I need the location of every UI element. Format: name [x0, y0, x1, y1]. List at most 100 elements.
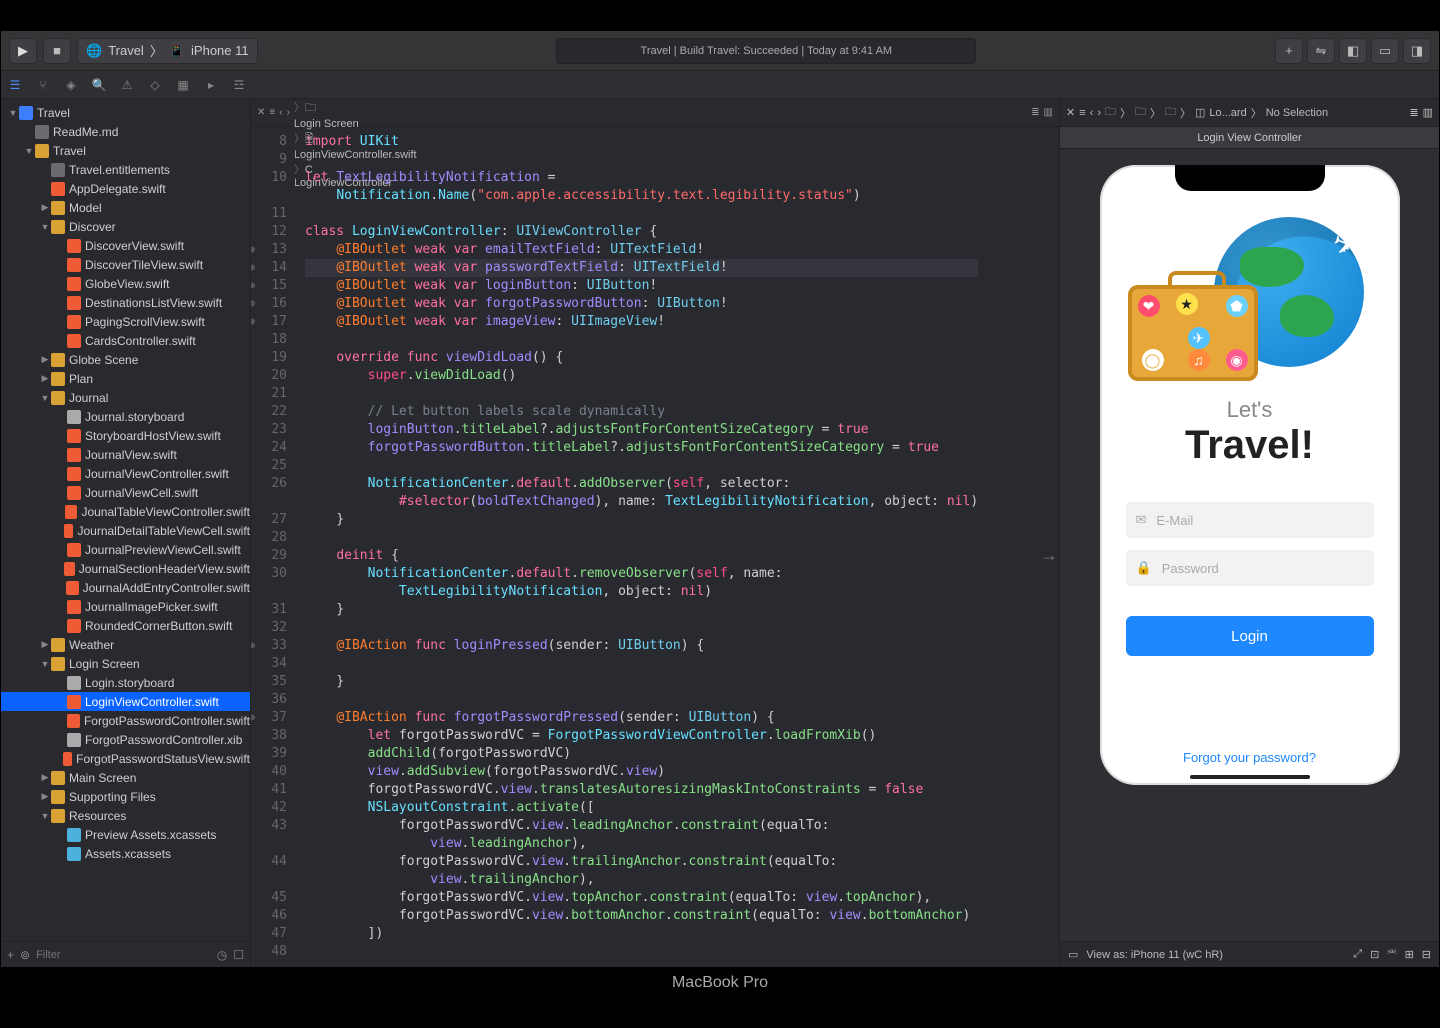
line-number[interactable]: [251, 835, 287, 853]
code-line[interactable]: class LoginViewController: UIViewControl…: [305, 223, 978, 241]
file-tree-item[interactable]: ▶Main Screen: [1, 768, 250, 787]
line-number[interactable]: 19: [251, 349, 287, 367]
file-tree-item[interactable]: Travel.entitlements: [1, 160, 250, 179]
line-number[interactable]: 43: [251, 817, 287, 835]
file-tree-item[interactable]: JournalImagePicker.swift: [1, 597, 250, 616]
line-number[interactable]: 46: [251, 907, 287, 925]
disclosure-icon[interactable]: ▶: [39, 202, 51, 213]
line-number[interactable]: 11: [251, 205, 287, 223]
disclosure-icon[interactable]: ▶: [39, 354, 51, 365]
assistant-jump-bar[interactable]: ✕ ≡ ‹ › 🗀 〉 🗀 〉 🗀 〉 ◫ Lo...ard 〉 No Sele…: [1060, 99, 1439, 127]
back-icon[interactable]: ‹: [279, 107, 282, 118]
line-number[interactable]: 14: [251, 259, 287, 277]
test-navigator-tab[interactable]: ◇: [145, 75, 165, 95]
file-tree-item[interactable]: ForgotPasswordController.swift: [1, 711, 250, 730]
line-number[interactable]: 45: [251, 889, 287, 907]
disclosure-icon[interactable]: ▶: [39, 373, 51, 384]
line-number[interactable]: 24: [251, 439, 287, 457]
file-tree-item[interactable]: DestinationsListView.swift: [1, 293, 250, 312]
line-number[interactable]: 22: [251, 403, 287, 421]
scm-filter-button[interactable]: ☐: [233, 948, 244, 962]
code-line[interactable]: import UIKit: [305, 133, 978, 151]
code-line[interactable]: forgotPasswordVC.view.trailingAnchor.con…: [305, 853, 978, 871]
add-editor-icon[interactable]: ▥: [1044, 107, 1053, 118]
line-number[interactable]: 23: [251, 421, 287, 439]
assistant-crumb-last[interactable]: No Selection: [1266, 107, 1328, 119]
line-number[interactable]: 38: [251, 727, 287, 745]
code-line[interactable]: forgotPasswordVC.view.bottomAnchor.const…: [305, 907, 978, 925]
code-line[interactable]: [305, 691, 978, 709]
file-tree-item[interactable]: GlobeView.swift: [1, 274, 250, 293]
code-area[interactable]: 8910111213141516171819202122232425262728…: [251, 127, 1059, 967]
assistant-crumb[interactable]: Lo...ard: [1209, 107, 1246, 119]
code-line[interactable]: [305, 331, 978, 349]
disclosure-icon[interactable]: ▶: [39, 639, 51, 650]
code-line[interactable]: }: [305, 601, 978, 619]
code-line[interactable]: // Let button labels scale dynamically: [305, 403, 978, 421]
code-line[interactable]: forgotPasswordVC.view.translatesAutoresi…: [305, 781, 978, 799]
file-tree-item[interactable]: StoryboardHostView.swift: [1, 426, 250, 445]
file-tree-item[interactable]: ▶Model: [1, 198, 250, 217]
line-number[interactable]: 32: [251, 619, 287, 637]
ib-canvas[interactable]: → ✈ ❤ ★ ⬟ ✈: [1060, 149, 1439, 941]
code-line[interactable]: @IBOutlet weak var loginButton: UIButton…: [305, 277, 978, 295]
line-number[interactable]: 15: [251, 277, 287, 295]
filter-input[interactable]: [36, 949, 211, 961]
code-line[interactable]: @IBOutlet weak var imageView: UIImageVie…: [305, 313, 978, 331]
file-tree-item[interactable]: JournalAddEntryController.swift: [1, 578, 250, 597]
line-number[interactable]: 9: [251, 151, 287, 169]
viewas-label[interactable]: View as: iPhone 11 (wC hR): [1086, 949, 1223, 961]
library-button[interactable]: +: [1275, 38, 1303, 64]
code-line[interactable]: [305, 529, 978, 547]
code-line[interactable]: @IBOutlet weak var emailTextField: UITex…: [305, 241, 978, 259]
assistant-forward-icon[interactable]: ›: [1097, 107, 1101, 119]
file-tree-item[interactable]: JournalViewCell.swift: [1, 483, 250, 502]
line-number[interactable]: 26: [251, 475, 287, 493]
file-tree-item[interactable]: ▼Discover: [1, 217, 250, 236]
line-number[interactable]: 33: [251, 637, 287, 655]
file-tree-item[interactable]: ▶Supporting Files: [1, 787, 250, 806]
line-number[interactable]: 48: [251, 943, 287, 961]
file-tree-item[interactable]: JournalViewController.swift: [1, 464, 250, 483]
line-number[interactable]: 31: [251, 601, 287, 619]
code-line[interactable]: [305, 457, 978, 475]
issue-navigator-tab[interactable]: ⚠: [117, 75, 137, 95]
code-line[interactable]: @IBOutlet weak var forgotPasswordButton:…: [305, 295, 978, 313]
file-tree-item[interactable]: ▼Journal: [1, 388, 250, 407]
file-tree-item[interactable]: ForgotPasswordStatusView.swift: [1, 749, 250, 768]
file-tree-item[interactable]: Journal.storyboard: [1, 407, 250, 426]
stop-button[interactable]: ■: [43, 38, 71, 64]
document-outline-toggle-icon[interactable]: ▭: [1068, 948, 1078, 961]
file-tree-item[interactable]: Login.storyboard: [1, 673, 250, 692]
editor-options-icon[interactable]: ≣: [1031, 107, 1039, 118]
file-tree-item[interactable]: AppDelegate.swift: [1, 179, 250, 198]
close-editor-icon[interactable]: ✕: [257, 107, 265, 118]
disclosure-icon[interactable]: ▶: [39, 772, 51, 783]
code-line[interactable]: let TextLegibilityNotification =: [305, 169, 978, 187]
file-tree-item[interactable]: JournalPreviewViewCell.swift: [1, 540, 250, 559]
code-line[interactable]: view.leadingAnchor),: [305, 835, 978, 853]
code-line[interactable]: let forgotPasswordVC = ForgotPasswordVie…: [305, 727, 978, 745]
file-tree[interactable]: ▼TravelReadMe.md▼TravelTravel.entitlemen…: [1, 99, 250, 941]
constraints-icon[interactable]: ⊟: [1422, 948, 1431, 961]
report-navigator-tab[interactable]: ☲: [229, 75, 249, 95]
line-number[interactable]: 44: [251, 853, 287, 871]
file-tree-item[interactable]: JounalTableViewController.swift: [1, 502, 250, 521]
breakpoint-navigator-tab[interactable]: ▸: [201, 75, 221, 95]
code-line[interactable]: ]): [305, 925, 978, 943]
build-status[interactable]: Travel | Build Travel: Succeeded | Today…: [556, 38, 976, 64]
code-line[interactable]: view.addSubview(forgotPasswordVC.view): [305, 763, 978, 781]
line-number[interactable]: 40: [251, 763, 287, 781]
login-button[interactable]: Login: [1126, 616, 1374, 656]
code-line[interactable]: @IBOutlet weak var passwordTextField: UI…: [305, 259, 978, 277]
add-file-button[interactable]: +: [7, 948, 14, 962]
file-tree-item[interactable]: Assets.xcassets: [1, 844, 250, 863]
code-line[interactable]: [305, 943, 978, 961]
code-line[interactable]: deinit {: [305, 547, 978, 565]
line-number[interactable]: 18: [251, 331, 287, 349]
forgot-password-link[interactable]: Forgot your password?: [1183, 750, 1316, 765]
source-control-tab[interactable]: ⑂: [33, 75, 53, 95]
project-navigator-tab[interactable]: ☰: [5, 75, 25, 95]
file-tree-item[interactable]: RoundedCornerButton.swift: [1, 616, 250, 635]
file-tree-item[interactable]: PagingScrollView.swift: [1, 312, 250, 331]
